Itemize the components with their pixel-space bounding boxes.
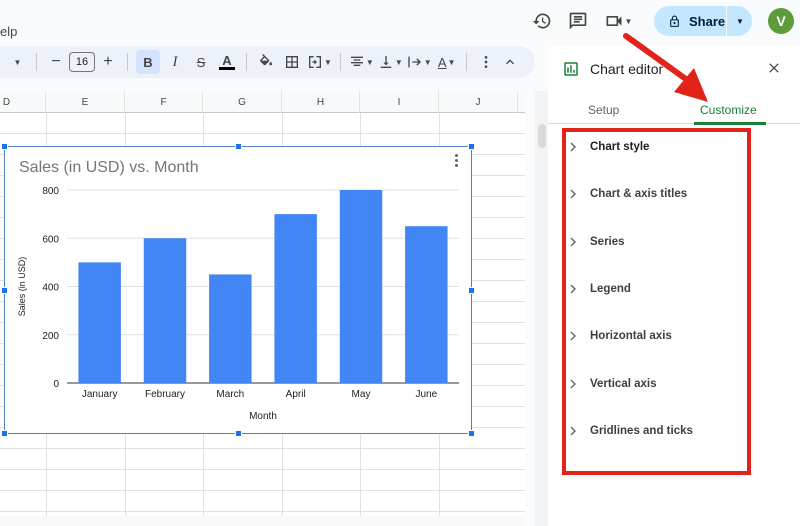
bold-button[interactable]: B (136, 50, 160, 74)
fill-color-icon[interactable] (255, 50, 277, 74)
toolbar-divider (36, 53, 37, 71)
column-header[interactable]: F (125, 91, 203, 113)
toolbar-divider (246, 53, 247, 71)
column-header[interactable]: J (439, 91, 518, 113)
bar-june (405, 226, 448, 383)
resize-handle[interactable] (468, 287, 475, 294)
active-tab-indicator (694, 122, 766, 125)
y-tick-label: 400 (42, 283, 59, 294)
grid-row-line (0, 469, 525, 470)
x-tick-label: June (415, 389, 437, 400)
comment-icon[interactable] (560, 6, 596, 36)
font-dropdown-icon[interactable]: ▼ (6, 50, 28, 74)
resize-handle[interactable] (235, 143, 242, 150)
tab-setup[interactable]: Setup (588, 103, 619, 117)
column-header[interactable]: G (203, 91, 282, 113)
grid-row-line (0, 133, 525, 134)
x-tick-label: January (82, 389, 118, 400)
y-tick-label: 600 (42, 234, 59, 245)
resize-handle[interactable] (1, 287, 8, 294)
resize-handle[interactable] (235, 430, 242, 437)
column-header[interactable]: D (0, 91, 46, 113)
avatar[interactable]: V (768, 8, 794, 34)
resize-handle[interactable] (1, 430, 8, 437)
chart-editor-icon (564, 62, 578, 76)
bar-april (274, 214, 317, 383)
vertical-align-icon[interactable]: ▼ (378, 50, 403, 74)
horizontal-align-icon[interactable]: ▼ (349, 50, 374, 74)
toolbar-divider (465, 53, 467, 71)
column-header[interactable]: E (46, 91, 125, 113)
scrollbar-thumb[interactable] (538, 124, 546, 148)
text-wrap-icon[interactable]: ▼ (407, 50, 432, 74)
embedded-chart[interactable]: Sales (in USD) vs. Month 0 200 400 600 800 Ja… (1, 143, 475, 437)
grid-row-line (0, 448, 525, 449)
x-tick-label: March (216, 389, 244, 400)
collapse-toolbar-icon[interactable] (499, 50, 521, 74)
borders-icon[interactable] (281, 50, 303, 74)
bar-february (143, 238, 187, 383)
resize-handle[interactable] (468, 143, 475, 150)
share-label: Share (689, 13, 726, 29)
chart-plot: 0 200 400 600 800 January February March April Ma… (17, 186, 459, 422)
meet-dropdown-icon[interactable]: ▼ (625, 17, 633, 26)
help-menu[interactable]: elp (0, 24, 17, 39)
font-size-input[interactable]: 16 (69, 52, 95, 72)
text-color-button[interactable]: A (216, 50, 238, 74)
text-rotation-icon[interactable]: A ▼ (436, 50, 458, 74)
bar-may (339, 190, 383, 383)
close-icon[interactable] (766, 60, 782, 76)
y-tick-label: 200 (42, 331, 59, 342)
decrease-font-button[interactable]: − (45, 50, 67, 74)
y-axis-title: Sales (in USD) (17, 257, 27, 317)
toolbar-divider (339, 53, 341, 71)
sheet-vertical-scrollbar[interactable] (535, 91, 548, 526)
y-tick-label: 800 (42, 186, 59, 197)
y-tick-label: 0 (53, 379, 59, 390)
more-options-icon[interactable] (475, 50, 497, 74)
x-tick-label: May (352, 389, 371, 400)
share-dropdown-icon[interactable]: ▼ (727, 17, 752, 26)
column-header-row: DEFGHIJ (0, 91, 525, 113)
toolbar-divider (127, 53, 128, 71)
text-color-label: A (222, 52, 232, 68)
x-tick-label: April (286, 389, 306, 400)
history-icon[interactable] (524, 6, 560, 36)
text-color-swatch (219, 66, 235, 70)
grid-row-line (0, 511, 525, 512)
column-header[interactable]: I (360, 91, 439, 113)
horizontal-scrollbar[interactable] (0, 516, 525, 526)
resize-handle[interactable] (1, 143, 8, 150)
column-header[interactable]: H (282, 91, 360, 113)
annotation-arrow-icon (623, 33, 708, 102)
resize-handle[interactable] (468, 430, 475, 437)
merge-cells-icon[interactable]: ▼ (307, 50, 332, 74)
formatting-toolbar: ▼ − 16 + B I S A ▼ ▼ ▼ ▼ A ▼ (0, 46, 535, 78)
text-rotation-label: A (437, 54, 447, 70)
strikethrough-button[interactable]: S (190, 50, 212, 74)
bar-january (78, 262, 121, 383)
x-axis-title: Month (249, 411, 277, 422)
increase-font-button[interactable]: + (97, 50, 119, 74)
bar-march (209, 274, 252, 383)
grid-row-line (0, 490, 525, 491)
x-tick-label: February (145, 389, 185, 400)
annotation-highlight-box (562, 128, 751, 475)
italic-button[interactable]: I (164, 50, 186, 74)
lock-icon (670, 15, 679, 27)
